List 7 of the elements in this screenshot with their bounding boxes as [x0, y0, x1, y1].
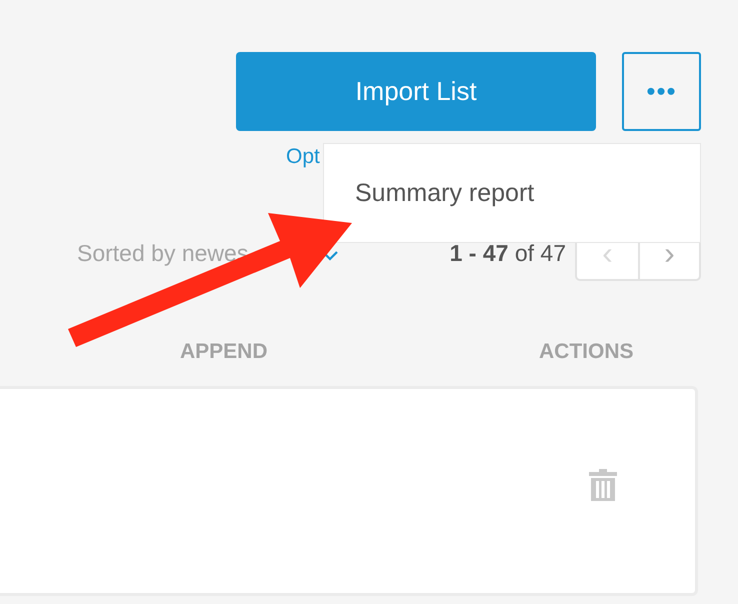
column-header: APPEND	[180, 340, 268, 364]
page-range: 1 - 47 of 47	[450, 240, 566, 267]
options-link[interactable]: Opt	[286, 145, 320, 168]
column-header: ACTIONS	[539, 340, 634, 364]
menu-item[interactable]: Summary report	[324, 178, 534, 208]
import-list-button[interactable]: Import List	[236, 52, 596, 131]
more-button[interactable]: •••	[622, 52, 701, 131]
